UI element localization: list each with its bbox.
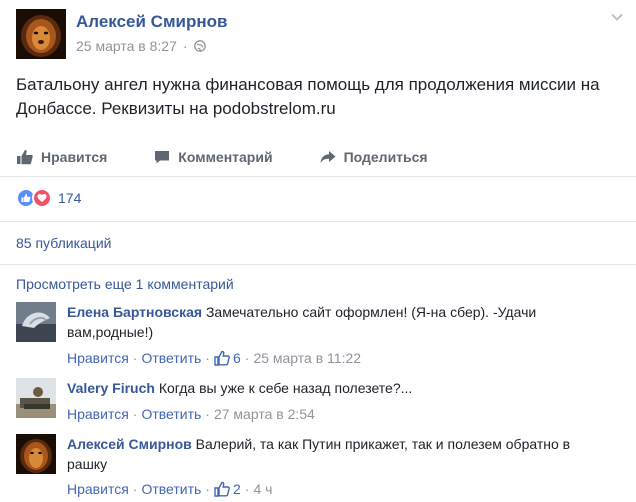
comment-like-link[interactable]: Нравится [67, 481, 129, 497]
post-action-bar: Нравится Комментарий Поделиться [16, 142, 474, 172]
like-button-label: Нравится [41, 149, 108, 165]
comment-like-link[interactable]: Нравится [67, 406, 129, 422]
thumbs-up-icon [17, 150, 33, 165]
comment-author[interactable]: Valery Firuch [67, 380, 155, 396]
comment-body: Алексей Смирнов Валерий, та как Путин пр… [67, 434, 582, 474]
divider [0, 264, 636, 265]
globe-icon [193, 40, 206, 52]
comment-likes-count[interactable]: 2 [214, 481, 241, 497]
comment-likes-count[interactable]: 6 [214, 350, 241, 366]
comment-reply-link[interactable]: Ответить [141, 481, 201, 497]
comment-actions: Нравится · Ответить · 27 марта в 2:54 [67, 406, 315, 422]
shares-count-link[interactable]: 85 публикаций [16, 235, 111, 251]
separator: · [132, 481, 138, 497]
comment-button-label: Комментарий [178, 149, 273, 165]
love-reaction-icon [32, 188, 52, 208]
divider [0, 221, 636, 222]
like-button[interactable]: Нравится [16, 148, 107, 166]
separator: · [205, 481, 210, 497]
comment-likes-value: 6 [232, 350, 241, 366]
separator: · [244, 481, 250, 497]
commenter-avatar[interactable] [16, 378, 56, 418]
share-arrow-icon [320, 151, 336, 163]
separator: · [132, 406, 138, 422]
comment-timestamp[interactable]: 27 марта в 2:54 [214, 406, 315, 422]
meta-separator: · [182, 38, 188, 54]
divider [0, 176, 636, 177]
commenter-avatar[interactable] [16, 302, 56, 342]
comment-timestamp[interactable]: 4 ч [253, 481, 272, 497]
comment-text: Когда вы уже к себе назад полезете?... [158, 380, 413, 396]
comment-actions: Нравится · Ответить · 6 · 25 марта в 11:… [67, 350, 361, 366]
post-text: Батальону ангел нужна финансовая помощь … [16, 75, 600, 118]
thumbs-up-icon [214, 481, 230, 497]
post-meta: 25 марта в 8:27 · [76, 38, 206, 54]
share-button[interactable]: Поделиться [319, 148, 428, 166]
comment-timestamp[interactable]: 25 марта в 11:22 [253, 350, 361, 366]
thumbs-up-icon [214, 350, 230, 366]
comment-author[interactable]: Елена Бартновская [67, 304, 202, 320]
comment-reply-link[interactable]: Ответить [141, 406, 201, 422]
comment-likes-value: 2 [232, 481, 241, 497]
comment-like-link[interactable]: Нравится [67, 350, 129, 366]
comment-actions: Нравится · Ответить · 2 · 4 ч [67, 481, 272, 497]
comment-body: Valery Firuch Когда вы уже к себе назад … [67, 378, 582, 398]
chevron-down-icon[interactable] [610, 10, 624, 24]
commenter-avatar[interactable] [16, 434, 56, 474]
share-button-label: Поделиться [343, 149, 428, 165]
post-author-name[interactable]: Алексей Смирнов [76, 12, 227, 32]
comment-body: Елена Бартновская Замечательно сайт офор… [67, 302, 582, 342]
author-avatar[interactable] [16, 9, 66, 59]
facebook-post: Алексей Смирнов 25 марта в 8:27 · Баталь… [0, 0, 636, 502]
comment-author[interactable]: Алексей Смирнов [67, 436, 192, 452]
separator: · [205, 350, 210, 366]
separator: · [244, 350, 250, 366]
comment-reply-link[interactable]: Ответить [141, 350, 201, 366]
comment-icon [155, 151, 170, 164]
post-timestamp[interactable]: 25 марта в 8:27 [76, 38, 177, 54]
view-more-comments-link[interactable]: Просмотреть еще 1 комментарий [16, 276, 234, 292]
reactions-count: 174 [58, 190, 82, 206]
comment-button[interactable]: Комментарий [153, 148, 273, 166]
separator: · [205, 406, 210, 422]
reactions-summary[interactable]: 174 [16, 188, 81, 208]
separator: · [132, 350, 138, 366]
